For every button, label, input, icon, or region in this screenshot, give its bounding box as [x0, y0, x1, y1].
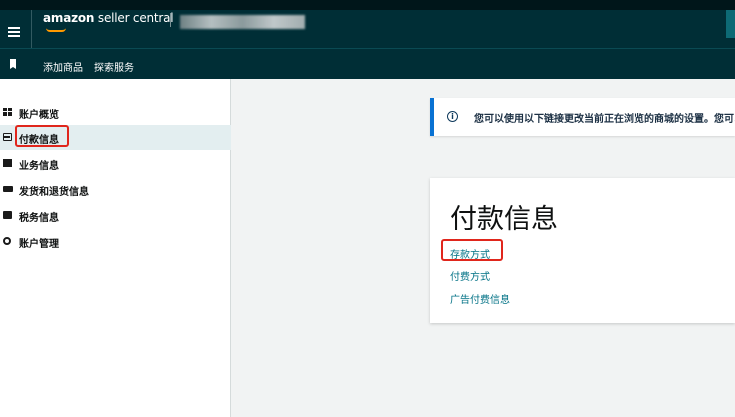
secondary-navigation-bar: 添加商品 探索服务	[0, 48, 735, 79]
link-charge-method[interactable]: 付费方式	[450, 268, 490, 283]
sidebar-item-tax-info[interactable]: 税务信息	[0, 203, 231, 228]
info-banner-text: 您可以使用以下链接更改当前正在浏览的商城的设置。您可以	[474, 114, 735, 125]
link-advertising-payment-info[interactable]: 广告付费信息	[450, 291, 510, 306]
sidebar-item-shipping-returns[interactable]: 发货和退货信息	[0, 177, 231, 202]
subnav-add-product[interactable]: 添加商品	[43, 59, 83, 74]
sidebar-item-label: 税务信息	[19, 213, 59, 224]
bookmark-icon[interactable]	[10, 59, 16, 69]
seller-central-logo[interactable]: amazon seller central	[43, 11, 174, 25]
brand-amazon-text: amazon	[43, 11, 95, 25]
highlight-box-deposit-method	[441, 239, 503, 261]
truck-icon	[3, 186, 13, 192]
sidebar-item-label: 发货和退货信息	[19, 187, 89, 198]
brand-divider	[170, 13, 171, 27]
subnav-explore-services[interactable]: 探索服务	[94, 59, 134, 74]
briefcase-icon	[3, 211, 12, 219]
sidebar-item-label: 账户管理	[19, 239, 59, 250]
brand-seller-central-text: seller central	[94, 11, 174, 25]
building-icon	[3, 159, 12, 167]
sidebar-item-account-management[interactable]: 账户管理	[0, 229, 231, 254]
topbar-right-chip[interactable]	[726, 10, 735, 38]
dashboard-icon	[3, 108, 12, 116]
gear-icon	[3, 237, 11, 245]
blurred-store-name	[180, 15, 305, 29]
sidebar-item-label: 账户概览	[19, 110, 59, 121]
hamburger-menu-icon[interactable]	[8, 27, 20, 37]
sidebar-item-business-info[interactable]: 业务信息	[0, 151, 231, 176]
highlight-box-sidebar	[15, 125, 69, 147]
sidebar-item-label: 业务信息	[19, 161, 59, 172]
info-icon: i	[447, 111, 458, 122]
info-banner: i 您可以使用以下链接更改当前正在浏览的商城的设置。您可以	[430, 98, 735, 136]
sidebar-item-account-overview[interactable]: 账户概览	[0, 100, 231, 125]
topbar-separator	[31, 10, 32, 48]
card-title: 付款信息	[450, 204, 558, 235]
amazon-smile-icon	[46, 28, 66, 32]
credit-card-icon	[3, 133, 12, 141]
